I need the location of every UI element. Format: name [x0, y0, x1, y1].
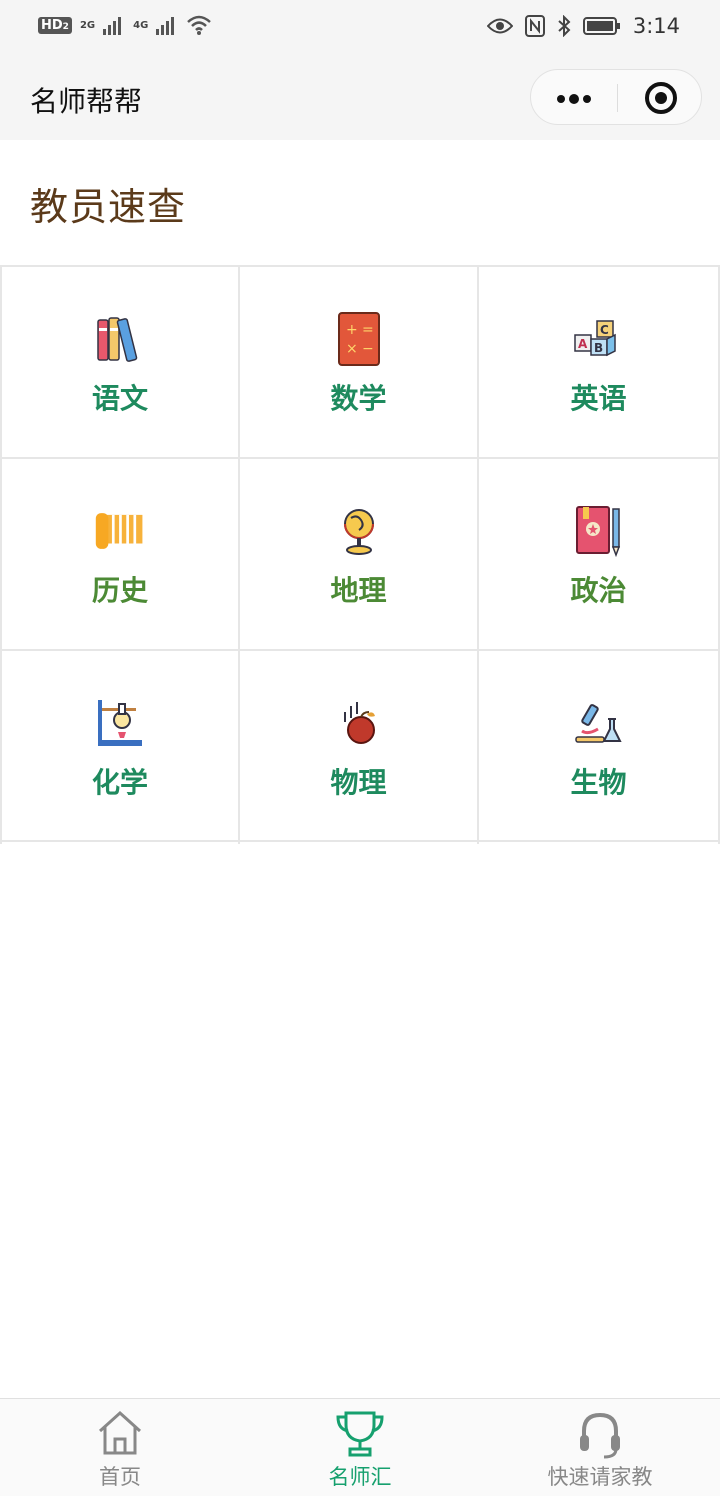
subject-grid: 语文 + = × − 数学 A B C 英语 历史 地理 政治 化学 物理 生物 — [0, 265, 720, 844]
subject-cell-chinese[interactable]: 语文 — [0, 267, 240, 459]
falling-apple-icon — [333, 695, 385, 751]
nfc-icon — [524, 15, 545, 37]
bluetooth-icon — [558, 15, 571, 37]
subject-label: 历史 — [91, 574, 148, 607]
subject-label: 语文 — [91, 382, 148, 415]
globe-icon — [333, 503, 385, 559]
signal-icon — [156, 17, 175, 35]
subject-label: 英语 — [570, 382, 627, 415]
subject-label: 生物 — [570, 766, 627, 799]
subject-cell-biology[interactable]: 生物 — [477, 651, 720, 844]
subject-label: 化学 — [91, 766, 148, 799]
scroll-icon — [94, 503, 146, 559]
subject-label: 地理 — [330, 574, 387, 607]
lab-flask-stand-icon — [94, 695, 146, 751]
books-icon — [94, 311, 146, 367]
eye-icon — [486, 18, 513, 34]
svg-text:+: + — [346, 322, 358, 338]
section-title: 教员速查 — [30, 185, 187, 229]
battery-icon — [582, 17, 620, 35]
subject-label: 数学 — [330, 382, 387, 415]
wifi-icon — [187, 15, 212, 35]
svg-text:×: × — [346, 341, 358, 357]
subject-cell-chemistry[interactable]: 化学 — [0, 651, 240, 844]
abc-blocks-icon: A B C — [573, 311, 625, 367]
subject-cell-english[interactable]: A B C 英语 — [477, 267, 720, 459]
subject-cell-geography[interactable]: 地理 — [238, 459, 479, 651]
hd-badge: HD2 — [38, 16, 72, 34]
status-right: 3:14 — [486, 14, 680, 38]
svg-text:=: = — [362, 322, 374, 338]
close-mini-program-button[interactable] — [617, 70, 703, 126]
mini-program-capsule — [530, 69, 702, 125]
svg-text:−: − — [362, 341, 374, 357]
trophy-icon — [336, 1411, 384, 1457]
calculator-book-icon: + = × − — [333, 311, 385, 367]
tab-quick-tutor-request[interactable]: 快速请家教 — [480, 1399, 720, 1497]
tab-famous-teachers[interactable]: 名师汇 — [240, 1399, 480, 1497]
home-icon — [98, 1410, 142, 1455]
svg-text:A: A — [578, 337, 588, 351]
headset-icon — [580, 1412, 620, 1459]
subject-label: 物理 — [330, 766, 387, 799]
tab-label: 名师汇 — [328, 1465, 392, 1489]
notebook-pencil-icon — [573, 503, 625, 559]
more-dots-icon — [557, 94, 591, 104]
network-4g-label: 4G — [133, 19, 149, 31]
status-left: HD2 2G 4G — [38, 14, 212, 36]
svg-text:C: C — [600, 323, 609, 337]
network-2g-label: 2G — [79, 19, 96, 31]
target-close-icon — [645, 82, 677, 114]
subject-cell-math[interactable]: + = × − 数学 — [238, 267, 479, 459]
subject-cell-physics[interactable]: 物理 — [238, 651, 479, 844]
signal-icon — [103, 17, 122, 35]
more-button[interactable] — [531, 70, 617, 126]
clock: 3:14 — [632, 14, 680, 38]
tab-label: 快速请家教 — [547, 1465, 653, 1489]
tab-label: 首页 — [99, 1465, 141, 1489]
app-title: 名师帮帮 — [30, 85, 143, 118]
microscope-icon — [573, 695, 625, 751]
bottom-tab-bar: 首页 名师汇 快速请家教 — [0, 1398, 720, 1496]
tab-home[interactable]: 首页 — [0, 1399, 240, 1497]
subject-cell-politics[interactable]: 政治 — [477, 459, 720, 651]
svg-text:B: B — [594, 341, 603, 355]
subject-cell-history[interactable]: 历史 — [0, 459, 240, 651]
status-bar: HD2 2G 4G 3:14 — [0, 0, 720, 56]
subject-label: 政治 — [570, 574, 627, 607]
title-bar: 名师帮帮 — [0, 56, 720, 140]
